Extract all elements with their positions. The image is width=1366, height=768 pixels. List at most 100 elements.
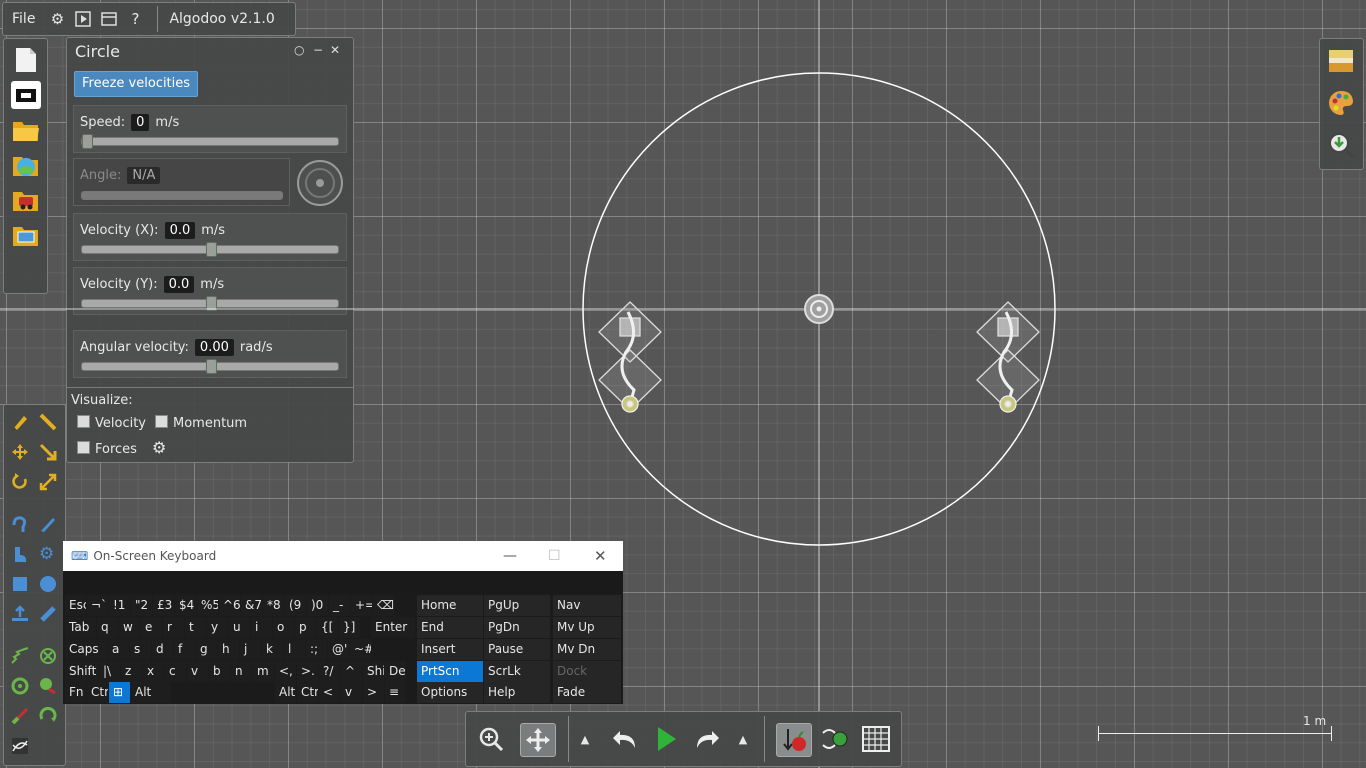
osk-key-caps[interactable]: Caps: [65, 639, 107, 660]
undo-icon[interactable]: [608, 723, 642, 755]
osk-key[interactable]: £3: [153, 595, 174, 616]
osk-key[interactable]: Alt: [275, 682, 296, 703]
osk-key[interactable]: ^: [341, 661, 362, 682]
osk-key[interactable]: r: [163, 617, 184, 638]
osk-key[interactable]: u: [229, 617, 250, 638]
osk-prediction-bar: [63, 571, 623, 593]
osk-nav-key[interactable]: ScrLk: [484, 661, 550, 682]
osk-nav-key[interactable]: Pause: [484, 639, 550, 660]
osk-key[interactable]: &7: [241, 595, 262, 616]
osk-key[interactable]: z: [121, 661, 142, 682]
osk-key[interactable]: ¬`: [87, 595, 108, 616]
osk-key[interactable]: Ctr: [297, 682, 318, 703]
osk-key[interactable]: x: [143, 661, 164, 682]
osk-nav-key[interactable]: PgDn: [484, 617, 550, 638]
osk-nav-key[interactable]: Mv Up: [553, 617, 621, 638]
osk-key[interactable]: Fn: [65, 682, 86, 703]
keyboard-icon: ⌨: [71, 549, 89, 563]
osk-key-windows[interactable]: ⊞: [109, 682, 130, 703]
osk-key[interactable]: l: [284, 639, 305, 660]
osk-key[interactable]: v: [187, 661, 208, 682]
osk-key[interactable]: :;: [306, 639, 327, 660]
osk-nav-key[interactable]: End: [417, 617, 483, 638]
osk-key[interactable]: *8: [263, 595, 284, 616]
gravity-toggle-icon[interactable]: [776, 723, 812, 757]
osk-nav-key[interactable]: Options: [417, 682, 483, 703]
osk-nav-key[interactable]: Mv Dn: [553, 639, 621, 660]
osk-key[interactable]: "2: [131, 595, 152, 616]
redo-options-arrow-icon[interactable]: ▲: [732, 723, 754, 755]
osk-key[interactable]: q: [97, 617, 118, 638]
osk-key[interactable]: Esc: [65, 595, 86, 616]
osk-key[interactable]: {[: [317, 617, 338, 638]
osk-key[interactable]: <: [319, 682, 340, 703]
osk-key[interactable]: $4: [175, 595, 196, 616]
osk-key[interactable]: f: [174, 639, 195, 660]
osk-key[interactable]: )0: [307, 595, 328, 616]
osk-key[interactable]: ≡: [385, 682, 406, 703]
osk-key[interactable]: s: [130, 639, 151, 660]
osk-maximize-icon: ☐: [548, 548, 561, 564]
osk-key[interactable]: !1: [109, 595, 130, 616]
osk-key[interactable]: v: [341, 682, 362, 703]
osk-key[interactable]: j: [240, 639, 261, 660]
osk-nav-key[interactable]: PgUp: [484, 595, 550, 616]
osk-key[interactable]: k: [262, 639, 283, 660]
osk-key[interactable]: a: [108, 639, 129, 660]
osk-key[interactable]: i: [251, 617, 272, 638]
osk-key[interactable]: y: [207, 617, 228, 638]
osk-key[interactable]: w: [119, 617, 140, 638]
pan-icon[interactable]: [520, 723, 556, 757]
osk-nav-key[interactable]: Dock: [553, 661, 621, 682]
toolbar-divider-2: [764, 716, 765, 762]
osk-key-tab[interactable]: Tab: [65, 617, 96, 638]
osk-minimize-icon[interactable]: —: [503, 548, 517, 564]
osk-nav-key[interactable]: Help: [484, 682, 550, 703]
osk-key[interactable]: p: [295, 617, 316, 638]
osk-nav-key[interactable]: Insert: [417, 639, 483, 660]
osk-key[interactable]: b: [209, 661, 230, 682]
osk-key[interactable]: ^6: [219, 595, 240, 616]
undo-options-arrow-icon[interactable]: ▲: [574, 723, 596, 755]
osk-key[interactable]: <,: [275, 661, 296, 682]
osk-key[interactable]: @': [328, 639, 349, 660]
osk-key[interactable]: g: [196, 639, 217, 660]
osk-key[interactable]: %5: [197, 595, 218, 616]
osk-key[interactable]: >: [363, 682, 384, 703]
osk-key[interactable]: >.: [297, 661, 318, 682]
osk-key[interactable]: ⌫: [373, 595, 394, 616]
osk-key[interactable]: Alt: [131, 682, 171, 703]
osk-key-enter[interactable]: Enter: [371, 617, 415, 638]
osk-key[interactable]: Shi: [363, 661, 384, 682]
osk-key[interactable]: Ctr: [87, 682, 108, 703]
osk-nav-key[interactable]: PrtScn: [417, 661, 483, 682]
osk-key[interactable]: t: [185, 617, 206, 638]
osk-nav-key[interactable]: Nav: [553, 595, 621, 616]
osk-key[interactable]: c: [165, 661, 186, 682]
toolbar-divider: [568, 716, 569, 762]
osk-key[interactable]: }]: [339, 617, 360, 638]
osk-key[interactable]: m: [253, 661, 274, 682]
air-friction-icon[interactable]: [818, 723, 852, 755]
grid-toggle-icon[interactable]: [859, 723, 893, 755]
osk-key[interactable]: ~#: [350, 639, 371, 660]
osk-key[interactable]: h: [218, 639, 239, 660]
osk-titlebar: ⌨ On-Screen Keyboard — ☐ ✕: [63, 541, 623, 571]
osk-key[interactable]: |\: [99, 661, 120, 682]
osk-key[interactable]: n: [231, 661, 252, 682]
osk-key[interactable]: (9: [285, 595, 306, 616]
osk-key[interactable]: ?/: [319, 661, 340, 682]
play-icon[interactable]: [649, 723, 683, 755]
osk-key[interactable]: +=: [351, 595, 372, 616]
osk-key[interactable]: Del: [385, 661, 406, 682]
osk-key[interactable]: e: [141, 617, 162, 638]
osk-nav-key[interactable]: Home: [417, 595, 483, 616]
osk-close-icon[interactable]: ✕: [594, 547, 607, 565]
osk-nav-key[interactable]: Fade: [553, 682, 621, 703]
osk-key-shift[interactable]: Shift: [65, 661, 98, 682]
redo-icon[interactable]: [690, 723, 724, 755]
zoom-icon[interactable]: [474, 723, 508, 755]
osk-key[interactable]: _-: [329, 595, 350, 616]
osk-key[interactable]: d: [152, 639, 173, 660]
osk-key[interactable]: o: [273, 617, 294, 638]
